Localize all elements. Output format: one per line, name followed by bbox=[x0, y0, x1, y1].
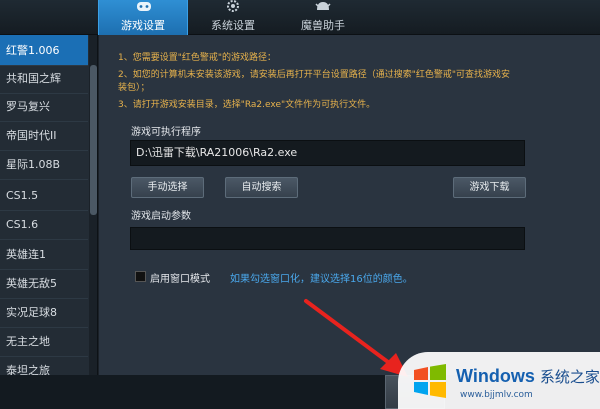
tab-game-settings[interactable]: 游戏设置 bbox=[98, 0, 188, 35]
watermark: Windows 系统之家 www.bjjmlv.com bbox=[398, 352, 600, 409]
windows-logo-icon bbox=[414, 364, 446, 398]
list-item[interactable]: CS1.5 bbox=[0, 180, 88, 211]
auto-search-button[interactable]: 自动搜索 bbox=[225, 177, 298, 198]
gamepad-icon bbox=[137, 2, 151, 11]
exe-path-input[interactable]: D:\迅雷下载\RA21006\Ra2.exe bbox=[130, 140, 525, 166]
tab-label: 游戏设置 bbox=[121, 19, 165, 32]
list-item[interactable]: 红警1.006 bbox=[0, 35, 88, 66]
helmet-icon bbox=[315, 2, 331, 10]
list-item[interactable]: 泰坦之旅 bbox=[0, 355, 88, 375]
watermark-title: Windows 系统之家 bbox=[456, 366, 600, 386]
list-item[interactable]: 共和国之辉 bbox=[0, 63, 88, 94]
list-item[interactable]: 星际1.08B bbox=[0, 149, 88, 180]
list-item[interactable]: CS1.6 bbox=[0, 209, 88, 240]
list-item[interactable]: 罗马复兴 bbox=[0, 91, 88, 122]
top-tab-bar: 游戏设置 系统设置 魔兽助手 bbox=[0, 0, 600, 35]
watermark-url: www.bjjmlv.com bbox=[460, 390, 533, 400]
window-mode-label: 启用窗口模式 bbox=[150, 274, 210, 285]
launch-params-input[interactable] bbox=[130, 227, 525, 250]
list-item[interactable]: 英雄无敌5 bbox=[0, 268, 88, 299]
instruction-line-2-cont: 装包）； bbox=[118, 83, 150, 93]
list-item[interactable]: 英雄连1 bbox=[0, 239, 88, 270]
exe-label: 游戏可执行程序 bbox=[131, 127, 201, 138]
instruction-line-1: 1、您需要设置"红色警戒"的游戏路径： bbox=[118, 53, 277, 63]
instruction-line-2: 2、如您的计算机未安装该游戏，请安装后再打开平台设置路径（通过搜索"红色警戒"可… bbox=[118, 70, 511, 80]
manual-select-button[interactable]: 手动选择 bbox=[131, 177, 204, 198]
tab-label: 系统设置 bbox=[211, 19, 255, 32]
scrollbar-thumb[interactable] bbox=[90, 65, 97, 215]
window-mode-checkbox[interactable] bbox=[135, 271, 146, 282]
gear-icon bbox=[227, 0, 239, 12]
list-item[interactable]: 实况足球8 bbox=[0, 297, 88, 328]
launch-params-label: 游戏启动参数 bbox=[131, 211, 191, 222]
sidebar-scrollbar[interactable] bbox=[89, 35, 97, 375]
tab-warcraft-helper[interactable]: 魔兽助手 bbox=[278, 0, 368, 35]
tab-label: 魔兽助手 bbox=[301, 19, 345, 32]
tab-system-settings[interactable]: 系统设置 bbox=[188, 0, 278, 35]
instruction-line-3: 3、请打开游戏安装目录，选择"Ra2.exe"文件作为可执行文件。 bbox=[118, 100, 376, 110]
game-download-button[interactable]: 游戏下载 bbox=[453, 177, 526, 198]
game-list: 红警1.006 共和国之辉 罗马复兴 帝国时代II 星际1.08B CS1.5 … bbox=[0, 35, 98, 375]
list-item[interactable]: 帝国时代II bbox=[0, 120, 88, 151]
window-mode-hint: 如果勾选窗口化，建议选择16位的颜色。 bbox=[230, 274, 413, 285]
list-item[interactable]: 无主之地 bbox=[0, 326, 88, 357]
